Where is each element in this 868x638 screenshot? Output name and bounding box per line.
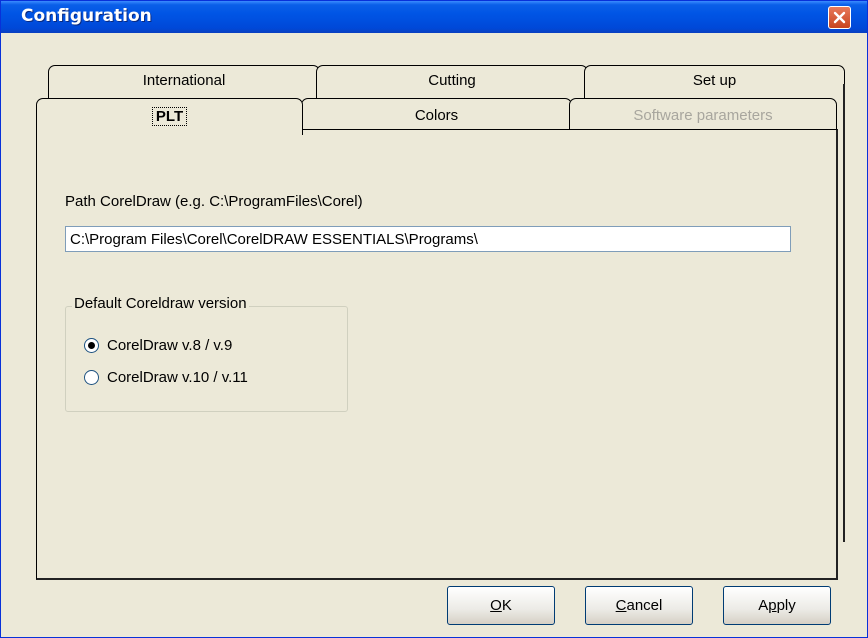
close-icon: [833, 11, 846, 24]
tab-international[interactable]: International: [48, 65, 320, 98]
tab-plt-label: PLT: [151, 107, 188, 126]
coreldraw-path-input[interactable]: [65, 226, 791, 252]
tab-cutting[interactable]: Cutting: [316, 65, 588, 98]
apply-button[interactable]: Apply: [723, 586, 831, 625]
tab-colors-label: Colors: [414, 107, 459, 124]
path-label: Path CorelDraw (e.g. C:\ProgramFiles\Cor…: [65, 193, 363, 210]
apply-label: ply: [776, 597, 796, 614]
ok-mnemonic: O: [490, 597, 502, 614]
cancel-label: ancel: [626, 597, 663, 614]
cancel-mnemonic: C: [615, 597, 627, 614]
tab-stack-edge: [843, 84, 845, 542]
window-title: Configuration: [21, 6, 152, 26]
ok-button[interactable]: OK: [447, 586, 555, 625]
tab-software-parameters: Software parameters: [569, 98, 837, 131]
apply-prefix: A: [758, 597, 769, 614]
title-bar[interactable]: Configuration: [1, 1, 867, 33]
radio-label: CorelDraw v.8 / v.9: [107, 337, 233, 354]
radio-selected-dot: [88, 342, 95, 349]
tab-software-parameters-label: Software parameters: [633, 107, 773, 124]
tab-setup[interactable]: Set up: [584, 65, 845, 98]
close-button[interactable]: [828, 6, 851, 29]
radio-circle[interactable]: [84, 370, 99, 385]
tab-international-label: International: [142, 72, 226, 89]
radio-circle[interactable]: [84, 338, 99, 353]
coreldraw-version-group: Default Coreldraw version CorelDraw v.8 …: [65, 295, 348, 412]
tab-colors[interactable]: Colors: [301, 98, 572, 131]
tab-setup-label: Set up: [692, 72, 737, 89]
ok-label: K: [501, 597, 512, 614]
apply-mnemonic: p: [768, 597, 777, 614]
tab-plt[interactable]: PLT: [36, 98, 303, 135]
tab-cutting-label: Cutting: [428, 72, 476, 89]
radio-label: CorelDraw v.10 / v.11: [107, 369, 248, 386]
radio-coreldraw-8-9[interactable]: CorelDraw v.8 / v.9: [84, 337, 232, 354]
group-title: Default Coreldraw version: [72, 295, 249, 312]
cancel-button[interactable]: Cancel: [585, 586, 693, 625]
radio-coreldraw-10-11[interactable]: CorelDraw v.10 / v.11: [84, 369, 248, 386]
